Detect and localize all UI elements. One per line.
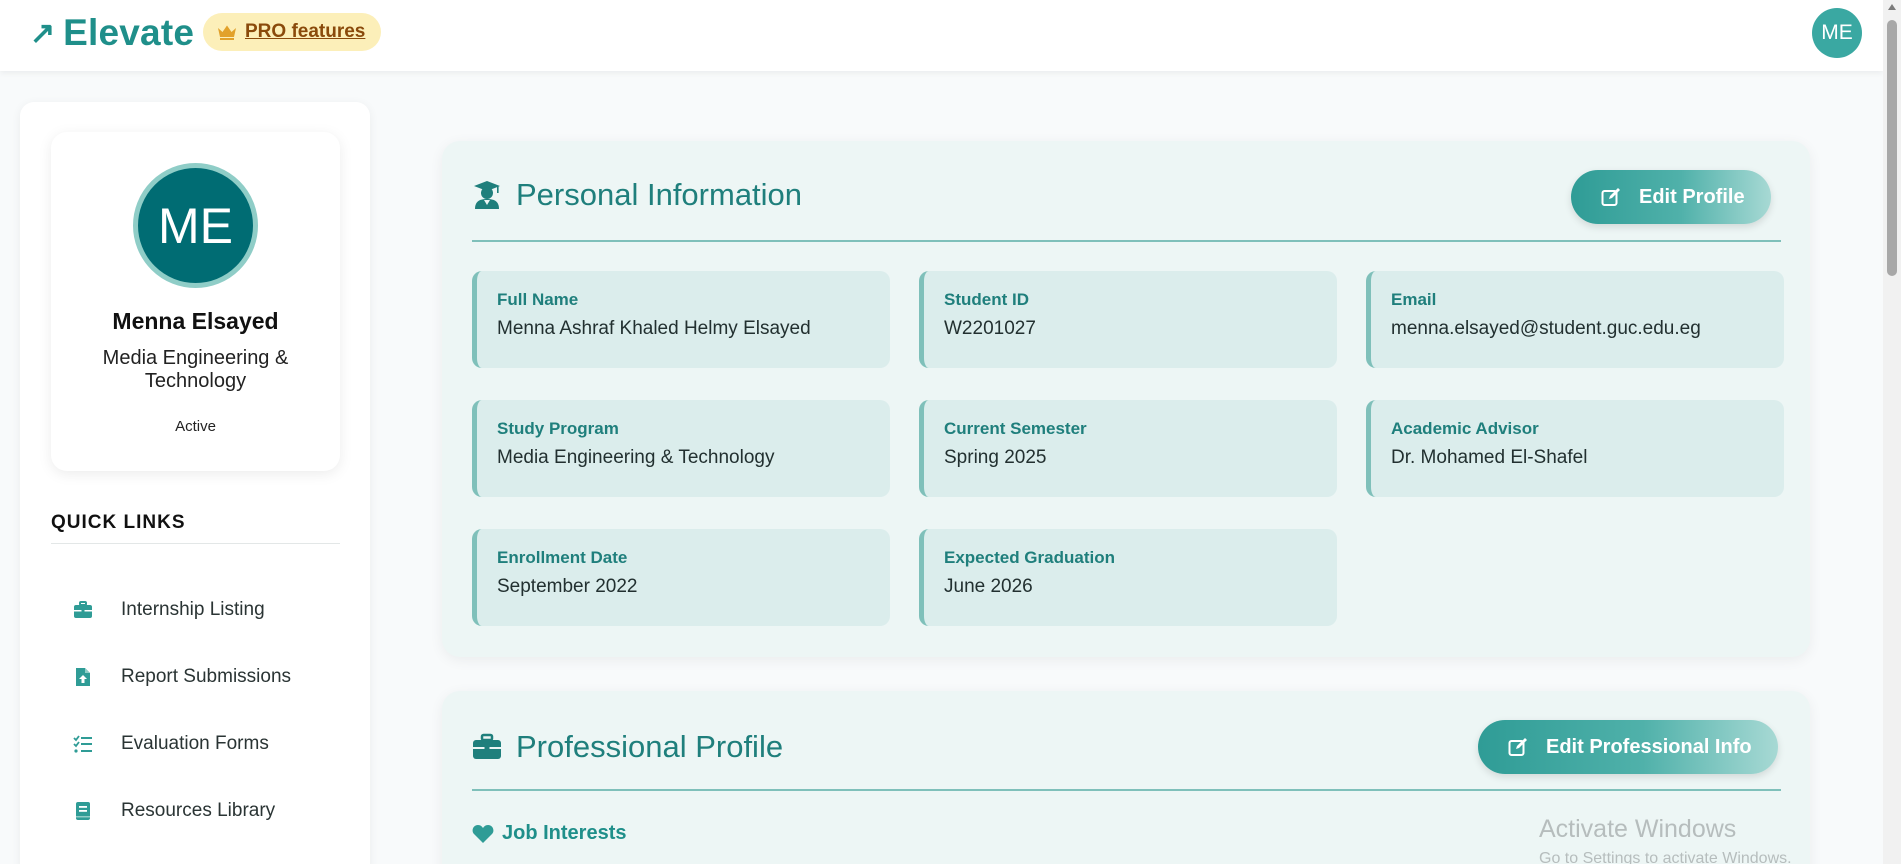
watermark-subtitle: Go to Settings to activate Windows. [1539,850,1792,864]
sidebar: ME Menna Elsayed Media Engineering & Tec… [20,102,370,864]
field-current-semester: Current Semester Spring 2025 [919,400,1337,497]
pro-features-label: PRO features [245,21,366,42]
field-label: Study Program [497,419,619,438]
field-value: Spring 2025 [944,447,1047,468]
field-value: June 2026 [944,576,1033,597]
field-label: Expected Graduation [944,548,1115,567]
edit-profile-label: Edit Profile [1639,185,1745,208]
app-logo-text: Elevate [63,12,195,53]
field-full-name: Full Name Menna Ashraf Khaled Helmy Elsa… [472,271,890,368]
top-bar: ↗ Elevate PRO features ME [0,0,1883,71]
windows-activation-watermark: Activate Windows Go to Settings to activ… [1539,815,1792,864]
page-scrollbar[interactable] [1883,0,1901,864]
quick-link-resources-library[interactable]: Resources Library [51,777,340,844]
book-icon [76,802,90,820]
field-label: Academic Advisor [1391,419,1539,438]
profile-card: ME Menna Elsayed Media Engineering & Tec… [51,132,340,471]
quick-link-label: Internship Listing [121,598,265,620]
edit-professional-info-label: Edit Professional Info [1546,735,1752,758]
profile-status: Active [175,418,216,435]
field-expected-graduation: Expected Graduation June 2026 [919,529,1337,626]
scroll-up-arrow-icon[interactable] [1888,4,1896,10]
user-avatar[interactable]: ME [1812,8,1862,58]
job-interests-label: Job Interests [502,822,627,844]
quick-links-title: QUICK LINKS [51,512,186,533]
user-graduate-icon [474,181,500,209]
field-label: Enrollment Date [497,548,628,567]
field-study-program: Study Program Media Engineering & Techno… [472,400,890,497]
field-label: Email [1391,290,1437,309]
field-student-id: Student ID W2201027 [919,271,1337,368]
edit-icon [1601,188,1620,206]
edit-icon [1508,738,1527,756]
field-enrollment-date: Enrollment Date September 2022 [472,529,890,626]
quick-links-divider [51,543,340,544]
crown-icon [218,25,236,40]
file-upload-icon [76,668,90,686]
profile-avatar: ME [133,163,258,288]
quick-link-internship-listing[interactable]: Internship Listing [51,576,340,643]
quick-link-label: Resources Library [121,799,276,821]
quick-link-label: Evaluation Forms [121,732,269,754]
field-value: Menna Ashraf Khaled Helmy Elsayed [497,318,811,339]
app-logo[interactable]: ↗ Elevate [30,12,194,54]
field-value: September 2022 [497,576,638,597]
watermark-title: Activate Windows [1539,815,1737,843]
quick-link-label: Report Submissions [121,665,292,687]
job-interests-section: Job Interests [472,822,626,845]
quick-links-list: Internship Listing Report Submissions Ev… [51,576,340,844]
field-label: Student ID [944,290,1029,309]
field-academic-advisor: Academic Advisor Dr. Mohamed El-Shafel [1366,400,1784,497]
checklist-icon [73,735,92,753]
edit-professional-info-button[interactable]: Edit Professional Info [1478,720,1778,774]
edit-profile-button[interactable]: Edit Profile [1571,170,1771,224]
profile-program: Media Engineering & Technology [102,347,289,392]
profile-name: Menna Elsayed [112,308,279,334]
briefcase-icon [74,601,92,618]
field-email: Email menna.elsayed@student.guc.edu.eg [1366,271,1784,368]
personal-information-title: Personal Information [516,177,803,212]
field-value: Media Engineering & Technology [497,447,775,468]
field-value: menna.elsayed@student.guc.edu.eg [1391,318,1701,339]
professional-profile-header: Professional Profile [472,729,783,765]
quick-link-evaluation-forms[interactable]: Evaluation Forms [51,710,340,777]
pro-features-link[interactable]: PRO features [203,13,382,51]
personal-information-panel: Personal Information Edit Profile Full N… [442,141,1810,657]
scrollbar-thumb[interactable] [1887,20,1897,276]
field-label: Full Name [497,290,579,309]
briefcase-icon [473,733,501,759]
personal-information-header: Personal Information [472,177,802,213]
heart-icon [472,824,494,843]
field-value: Dr. Mohamed El-Shafel [1391,447,1588,468]
personal-information-divider [472,240,1781,242]
professional-profile-divider [472,789,1781,791]
professional-profile-title: Professional Profile [516,729,784,764]
field-value: W2201027 [944,318,1036,339]
trend-arrow-icon: ↗ [30,16,56,50]
quick-link-report-submissions[interactable]: Report Submissions [51,643,340,710]
field-label: Current Semester [944,419,1087,438]
